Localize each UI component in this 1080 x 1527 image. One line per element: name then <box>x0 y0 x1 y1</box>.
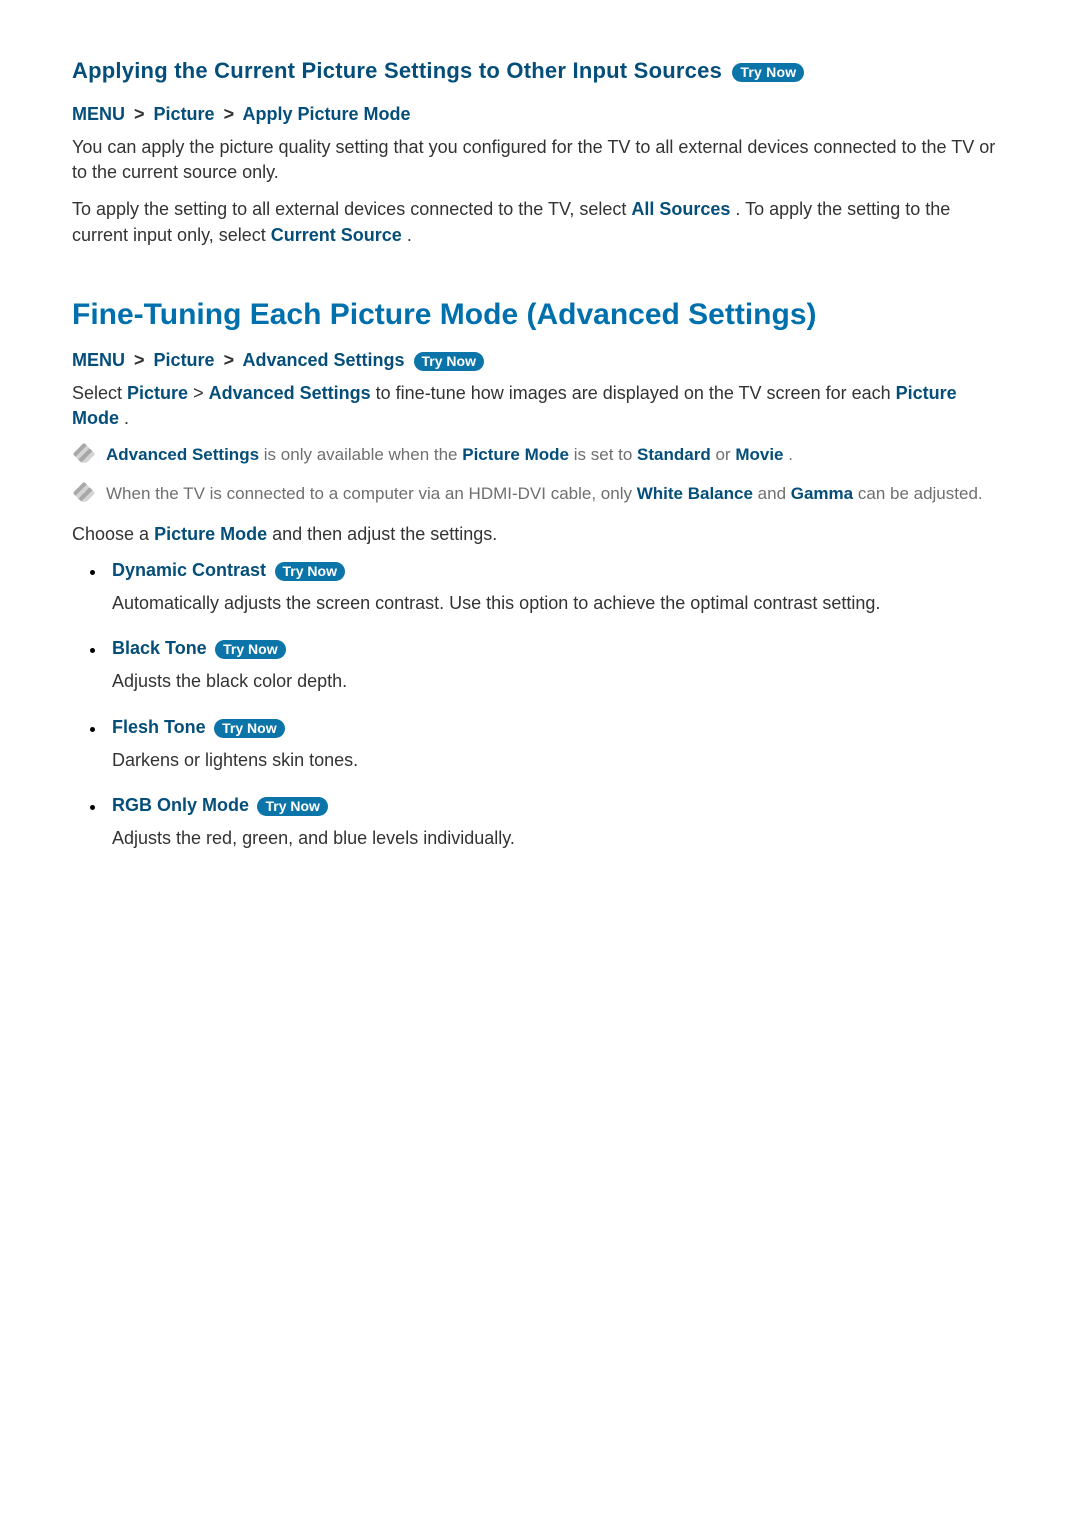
term-advanced-settings: Advanced Settings <box>106 445 259 464</box>
text: and <box>758 484 791 503</box>
chevron-right-icon: > <box>130 350 149 370</box>
setting-flesh-tone[interactable]: Flesh Tone <box>112 717 206 738</box>
chevron-right-icon: > <box>130 104 149 124</box>
try-now-pill[interactable]: Try Now <box>275 562 345 581</box>
setting-desc: Darkens or lightens skin tones. <box>112 748 1008 773</box>
try-now-pill[interactable]: Try Now <box>257 797 327 816</box>
term-picture-mode: Picture Mode <box>462 445 569 464</box>
list-item: Dynamic Contrast Try Now Automatically a… <box>84 560 1008 616</box>
crumb-picture[interactable]: Picture <box>154 104 215 124</box>
text: . <box>407 225 412 245</box>
paragraph: You can apply the picture quality settin… <box>72 135 1008 185</box>
text: Choose a <box>72 524 154 544</box>
breadcrumb: MENU > Picture > Advanced Settings Try N… <box>72 350 1008 371</box>
crumb-advanced-settings[interactable]: Advanced Settings <box>242 350 404 370</box>
setting-dynamic-contrast[interactable]: Dynamic Contrast <box>112 560 266 581</box>
term-white-balance: White Balance <box>637 484 753 503</box>
text: > <box>193 383 209 403</box>
try-now-pill[interactable]: Try Now <box>215 640 285 659</box>
section-apply-title: Applying the Current Picture Settings to… <box>72 58 722 83</box>
text: is only available when the <box>264 445 462 464</box>
text: When the TV is connected to a computer v… <box>106 484 637 503</box>
text: is set to <box>574 445 637 464</box>
note-list: Advanced Settings is only available when… <box>72 443 1008 506</box>
text: or <box>715 445 735 464</box>
setting-rgb-only-mode[interactable]: RGB Only Mode <box>112 795 249 816</box>
term-advanced-settings: Advanced Settings <box>209 383 371 403</box>
crumb-menu[interactable]: MENU <box>72 104 125 124</box>
paragraph: Select Picture > Advanced Settings to fi… <box>72 381 1008 431</box>
list-item: Black Tone Try Now Adjusts the black col… <box>84 638 1008 694</box>
setting-desc: Automatically adjusts the screen contras… <box>112 591 1008 616</box>
try-now-pill[interactable]: Try Now <box>414 352 484 371</box>
chevron-right-icon: > <box>220 104 239 124</box>
crumb-picture[interactable]: Picture <box>154 350 215 370</box>
term-picture-mode: Picture Mode <box>154 524 267 544</box>
text: and then adjust the settings. <box>272 524 497 544</box>
try-now-pill[interactable]: Try Now <box>214 719 284 738</box>
bullet-icon <box>90 727 95 732</box>
term-current-source: Current Source <box>271 225 402 245</box>
term-standard: Standard <box>637 445 711 464</box>
crumb-menu[interactable]: MENU <box>72 350 125 370</box>
term-movie: Movie <box>735 445 783 464</box>
text: can be adjusted. <box>858 484 983 503</box>
term-gamma: Gamma <box>791 484 853 503</box>
settings-list: Dynamic Contrast Try Now Automatically a… <box>84 560 1008 852</box>
bullet-icon <box>90 805 95 810</box>
bullet-icon <box>90 648 95 653</box>
pencil-icon <box>73 443 96 466</box>
setting-black-tone[interactable]: Black Tone <box>112 638 207 659</box>
section-fine-tuning-heading: Fine-Tuning Each Picture Mode (Advanced … <box>72 298 1008 332</box>
text: To apply the setting to all external dev… <box>72 199 631 219</box>
setting-desc: Adjusts the red, green, and blue levels … <box>112 826 1008 851</box>
term-picture: Picture <box>127 383 188 403</box>
setting-desc: Adjusts the black color depth. <box>112 669 1008 694</box>
note-item: Advanced Settings is only available when… <box>72 443 1008 468</box>
text: . <box>124 408 129 428</box>
section-apply-heading: Applying the Current Picture Settings to… <box>72 58 1008 84</box>
note-item: When the TV is connected to a computer v… <box>72 482 1008 507</box>
text: to fine-tune how images are displayed on… <box>376 383 896 403</box>
crumb-apply-picture-mode[interactable]: Apply Picture Mode <box>242 104 410 124</box>
paragraph: Choose a Picture Mode and then adjust th… <box>72 522 1008 547</box>
chevron-right-icon: > <box>220 350 239 370</box>
breadcrumb: MENU > Picture > Apply Picture Mode <box>72 104 1008 125</box>
list-item: Flesh Tone Try Now Darkens or lightens s… <box>84 717 1008 773</box>
paragraph: To apply the setting to all external dev… <box>72 197 1008 247</box>
try-now-pill[interactable]: Try Now <box>732 63 804 82</box>
term-all-sources: All Sources <box>631 199 730 219</box>
bullet-icon <box>90 570 95 575</box>
pencil-icon <box>73 481 96 504</box>
page-content: Applying the Current Picture Settings to… <box>0 0 1080 913</box>
text: . <box>788 445 793 464</box>
list-item: RGB Only Mode Try Now Adjusts the red, g… <box>84 795 1008 851</box>
text: Select <box>72 383 127 403</box>
